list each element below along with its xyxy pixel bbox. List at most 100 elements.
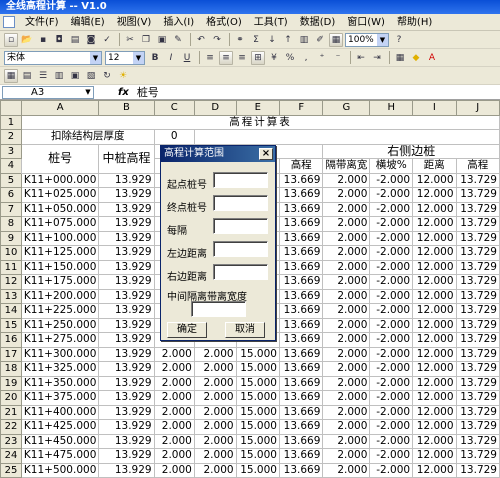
map-icon[interactable]: ▦ <box>329 32 343 47</box>
data-cell[interactable]: 12.000 <box>412 419 457 435</box>
new-icon[interactable]: ▫ <box>4 32 18 47</box>
data-cell[interactable]: 13.929 <box>98 187 155 203</box>
chevron-down-icon[interactable]: ▼ <box>133 51 144 64</box>
data-cell[interactable]: 13.929 <box>98 303 155 319</box>
data-cell[interactable]: 2.000 <box>322 230 371 246</box>
redo-icon[interactable]: ↷ <box>210 33 224 47</box>
data-cell[interactable]: 2.000 <box>322 317 371 333</box>
sort-descending-icon[interactable]: ↑ <box>281 33 295 47</box>
data-cell[interactable]: 2.000 <box>322 274 371 290</box>
data-cell[interactable]: 15.000 <box>235 462 280 478</box>
data-cell[interactable]: -2.000 <box>369 361 414 377</box>
data-cell[interactable]: 12.000 <box>412 259 457 275</box>
data-cell[interactable]: K11+275.000 <box>20 332 100 348</box>
data-cell[interactable]: 12.000 <box>412 433 457 449</box>
data-cell[interactable]: 2.000 <box>322 187 371 203</box>
data-cell[interactable]: K11+075.000 <box>20 216 100 232</box>
data-cell[interactable]: 2.000 <box>193 361 237 377</box>
data-cell[interactable]: 13.729 <box>455 332 500 348</box>
data-cell[interactable]: 12.000 <box>412 216 457 232</box>
data-cell[interactable]: K11+100.000 <box>20 230 100 246</box>
data-cell[interactable]: 13.729 <box>455 404 500 420</box>
column-header[interactable]: D <box>193 100 237 116</box>
refresh-icon[interactable]: ↻ <box>100 69 114 83</box>
data-cell[interactable]: -2.000 <box>369 390 414 406</box>
data-cell[interactable]: 13.669 <box>278 274 324 290</box>
data-cell[interactable]: 12.000 <box>412 346 457 362</box>
data-cell[interactable]: 15.000 <box>235 419 280 435</box>
data-cell[interactable]: -2.000 <box>369 230 414 246</box>
font-select[interactable]: 宋体 ▼ <box>4 50 102 65</box>
column-header[interactable]: J <box>455 100 500 116</box>
data-cell[interactable]: 2.000 <box>153 375 195 391</box>
currency-icon[interactable]: ¥ <box>267 51 281 65</box>
align-right-icon[interactable]: ≡ <box>235 51 249 65</box>
row-header[interactable]: 18 <box>0 361 22 377</box>
data-cell[interactable]: 12.000 <box>412 317 457 333</box>
data-cell[interactable]: 13.929 <box>98 172 155 188</box>
data-cell[interactable]: 13.669 <box>278 187 324 203</box>
print-preview-icon[interactable]: ◙ <box>84 33 98 47</box>
data-cell[interactable]: 13.929 <box>98 375 155 391</box>
column-header[interactable]: A <box>20 100 100 116</box>
left-distance-input[interactable] <box>213 241 268 257</box>
column-header[interactable]: E <box>235 100 280 116</box>
row-header[interactable]: 17 <box>0 346 22 362</box>
deduct-value[interactable]: 0 <box>153 129 195 145</box>
data-cell[interactable]: -2.000 <box>369 245 414 261</box>
data-cell[interactable]: -2.000 <box>369 317 414 333</box>
data-cell[interactable]: -2.000 <box>369 332 414 348</box>
data-cell[interactable]: 13.929 <box>98 346 155 362</box>
header-center-elevation[interactable]: 中桩高程 <box>98 143 155 174</box>
row-header[interactable]: 19 <box>0 375 22 391</box>
decrease-decimal-icon[interactable]: ⁻ <box>331 51 345 65</box>
name-box[interactable]: A3 ▼ <box>2 85 94 99</box>
row-header[interactable]: 21 <box>0 404 22 420</box>
data-cell[interactable]: 15.000 <box>235 375 280 391</box>
row-header[interactable]: 3 <box>0 143 22 159</box>
data-cell[interactable]: 13.929 <box>98 230 155 246</box>
data-cell[interactable]: 15.000 <box>235 448 280 464</box>
row-header[interactable]: 22 <box>0 419 22 435</box>
data-cell[interactable]: 12.000 <box>412 303 457 319</box>
data-cell[interactable]: 13.929 <box>98 259 155 275</box>
merge-center-icon[interactable]: ⊞ <box>251 50 265 65</box>
data-cell[interactable]: 13.669 <box>278 404 324 420</box>
deduct-label[interactable]: 扣除结构层厚度 <box>20 129 155 145</box>
menu-help[interactable]: 帮助(H) <box>391 14 438 31</box>
row-header[interactable]: 15 <box>0 317 22 333</box>
menu-window[interactable]: 窗口(W) <box>341 14 391 31</box>
data-cell[interactable]: 2.000 <box>322 201 371 217</box>
data-cell[interactable]: -2.000 <box>369 346 414 362</box>
open-icon[interactable]: 📂 <box>20 33 34 47</box>
data-cell[interactable]: -2.000 <box>369 448 414 464</box>
data-cell[interactable]: 12.000 <box>412 361 457 377</box>
data-cell[interactable]: 13.669 <box>278 375 324 391</box>
data-cell[interactable]: 13.669 <box>278 462 324 478</box>
data-cell[interactable]: 2.000 <box>322 288 371 304</box>
font-size-select[interactable]: 12 ▼ <box>105 50 145 65</box>
italic-icon[interactable]: I <box>164 51 178 65</box>
save-icon[interactable]: ▪ <box>36 33 50 47</box>
data-cell[interactable]: 13.929 <box>98 288 155 304</box>
menu-tools[interactable]: 工具(T) <box>248 14 294 31</box>
align-center-icon[interactable]: ≡ <box>219 50 233 65</box>
data-cell[interactable]: 13.669 <box>278 346 324 362</box>
data-cell[interactable]: 13.669 <box>278 361 324 377</box>
data-cell[interactable]: 2.000 <box>322 303 371 319</box>
data-cell[interactable]: -2.000 <box>369 259 414 275</box>
copy-icon[interactable]: ❐ <box>139 33 153 47</box>
data-cell[interactable]: 15.000 <box>235 433 280 449</box>
data-cell[interactable]: K11+300.000 <box>20 346 100 362</box>
interval-input[interactable] <box>213 218 268 234</box>
underline-icon[interactable]: U <box>180 51 194 65</box>
data-cell[interactable]: 13.729 <box>455 448 500 464</box>
chevron-down-icon[interactable]: ▼ <box>377 33 388 46</box>
data-cell[interactable]: 2.000 <box>322 390 371 406</box>
data-cell[interactable]: -2.000 <box>369 433 414 449</box>
end-station-input[interactable] <box>213 195 268 211</box>
data-cell[interactable]: 2.000 <box>153 390 195 406</box>
data-cell[interactable]: 12.000 <box>412 187 457 203</box>
data-cell[interactable]: 2.000 <box>322 375 371 391</box>
row-header[interactable]: 20 <box>0 390 22 406</box>
